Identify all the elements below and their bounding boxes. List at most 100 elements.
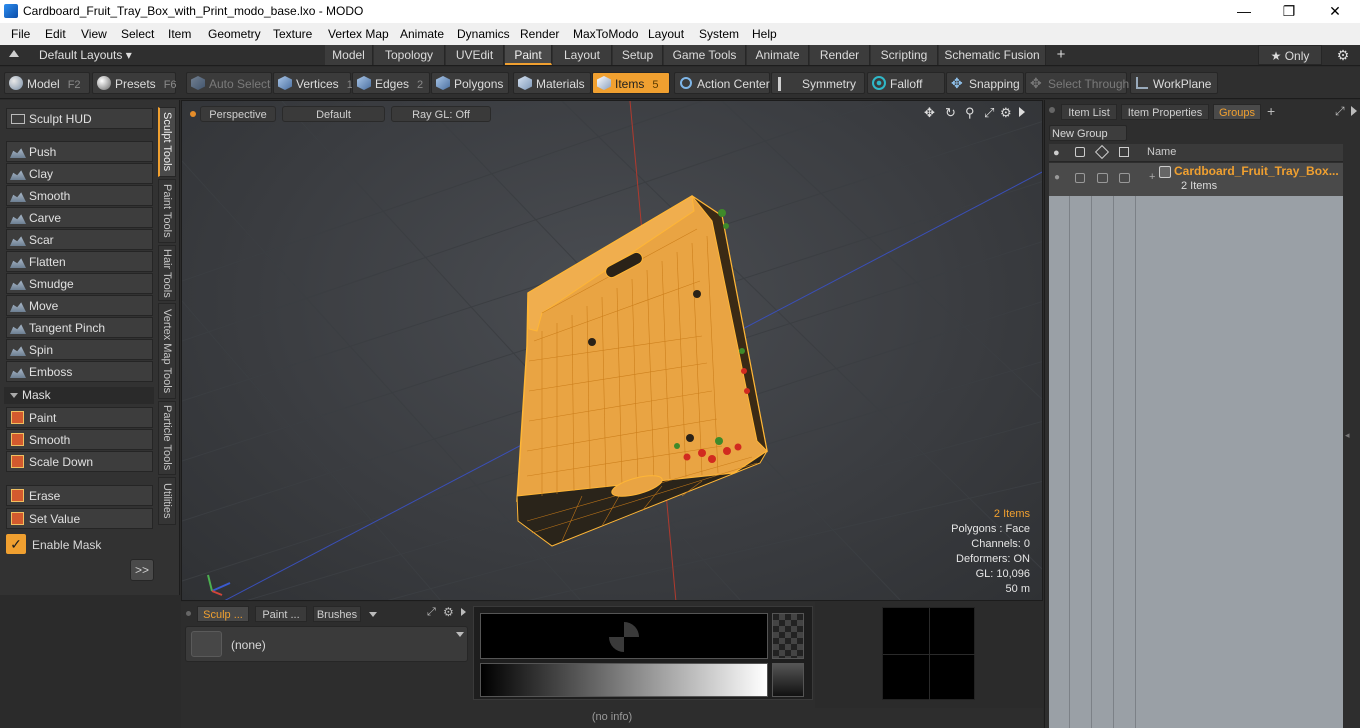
viewport-settings-icon[interactable]: ⚙ — [1000, 105, 1012, 121]
rotate-icon[interactable]: ↻ — [945, 105, 956, 121]
tab-uvedit[interactable]: UVEdit — [446, 45, 504, 65]
menu-render[interactable]: Render — [520, 27, 559, 41]
menu-dynamics[interactable]: Dynamics — [457, 27, 510, 41]
only-toggle[interactable]: ★ Only — [1258, 45, 1322, 65]
close-button[interactable]: ✕ — [1312, 0, 1358, 23]
menu-vertex-map[interactable]: Vertex Map — [328, 27, 389, 41]
3d-viewport[interactable]: Perspective Default Ray GL: Off ✥ ↻ ⚲ ⤢ … — [181, 100, 1043, 601]
name-column-header[interactable]: Name — [1147, 146, 1176, 158]
menu-file[interactable]: File — [11, 27, 30, 41]
tabs-dropdown-icon[interactable] — [369, 612, 377, 617]
tool-emboss[interactable]: Emboss — [6, 361, 153, 382]
default-layouts-dropdown[interactable]: Default Layouts ▾ — [39, 48, 132, 62]
vtab-hair-tools[interactable]: Hair Tools — [158, 245, 176, 301]
tab-setup[interactable]: Setup — [613, 45, 663, 65]
new-group-button[interactable]: New Group — [1049, 125, 1127, 141]
tab-scripting[interactable]: Scripting — [871, 45, 938, 65]
materials-button[interactable]: Materials — [513, 72, 591, 94]
menu-help[interactable]: Help — [752, 27, 777, 41]
add-tab-button[interactable]: + — [1047, 45, 1075, 65]
tool-move[interactable]: Move — [6, 295, 153, 316]
render-column-icon[interactable] — [1075, 147, 1085, 157]
select-through-button[interactable]: ✥ Select Through — [1025, 72, 1129, 94]
tab-game-tools[interactable]: Game Tools — [664, 45, 746, 65]
group-row[interactable]: ● + Cardboard_Fruit_Tray_Box... 2 Items — [1049, 163, 1343, 196]
action-center-button[interactable]: Action Center — [674, 72, 770, 94]
group-select-icon[interactable] — [1119, 173, 1130, 183]
menu-select[interactable]: Select — [121, 27, 154, 41]
vtab-sculpt-tools[interactable]: Sculpt Tools — [158, 107, 176, 177]
menu-view[interactable]: View — [81, 27, 107, 41]
erase-button[interactable]: Erase — [6, 485, 153, 506]
add-panel-tab-button[interactable]: + — [1267, 103, 1275, 119]
viewport-menu-dot-icon[interactable] — [190, 111, 196, 117]
menu-edit[interactable]: Edit — [45, 27, 66, 41]
tool-spin[interactable]: Spin — [6, 339, 153, 360]
enable-mask-checkbox[interactable]: ✓ — [6, 534, 26, 554]
symmetry-button[interactable]: Symmetry — [771, 72, 865, 94]
select-column-icon[interactable] — [1119, 147, 1129, 157]
maximize-button[interactable]: ❐ — [1266, 0, 1312, 23]
tool-tangent-pinch[interactable]: Tangent Pinch — [6, 317, 153, 338]
menu-animate[interactable]: Animate — [400, 27, 444, 41]
falloff-button[interactable]: Falloff — [867, 72, 945, 94]
group-lock-icon[interactable] — [1097, 173, 1108, 183]
preset-selector[interactable]: (none) — [185, 626, 468, 662]
set-value-button[interactable]: Set Value — [6, 508, 153, 529]
gear-icon[interactable]: ⚙ — [1330, 45, 1356, 65]
tab-paint[interactable]: Paint — [505, 45, 552, 65]
bottom-settings-icon[interactable]: ⚙ — [443, 605, 454, 619]
tab-layout[interactable]: Layout — [553, 45, 612, 65]
presets-button[interactable]: Presets F6 — [92, 72, 177, 94]
menu-geometry[interactable]: Geometry — [208, 27, 261, 41]
menu-system[interactable]: System — [699, 27, 739, 41]
lock-column-icon[interactable] — [1094, 144, 1110, 160]
panel-splitter-icon[interactable]: ◂ — [1345, 430, 1350, 441]
pan-icon[interactable]: ✥ — [924, 105, 935, 121]
shading-dropdown[interactable]: Default — [282, 106, 385, 122]
tool-push[interactable]: Push — [6, 141, 153, 162]
perspective-dropdown[interactable]: Perspective — [200, 106, 276, 122]
visibility-column-icon[interactable]: ● — [1053, 147, 1060, 159]
minimize-button[interactable]: — — [1221, 0, 1267, 23]
tab-model[interactable]: Model — [325, 45, 373, 65]
mask-scale-down-button[interactable]: Scale Down — [6, 451, 153, 472]
tool-carve[interactable]: Carve — [6, 207, 153, 228]
expand-panel-icon[interactable]: ⤢ — [1335, 104, 1345, 119]
texture-preview[interactable] — [882, 607, 976, 701]
preset-dropdown-icon[interactable] — [456, 632, 464, 637]
tool-flatten[interactable]: Flatten — [6, 251, 153, 272]
tool-clay[interactable]: Clay — [6, 163, 153, 184]
mask-smooth-button[interactable]: Smooth — [6, 429, 153, 450]
vtab-utilities[interactable]: Utilities — [158, 477, 176, 525]
expand-group-icon[interactable]: + — [1149, 171, 1155, 183]
vertices-button[interactable]: Vertices 1 — [273, 72, 353, 94]
vtab-paint-tools[interactable]: Paint Tools — [158, 179, 176, 243]
bottom-menu-dot-icon[interactable] — [186, 611, 191, 616]
bottom-expand-icon[interactable]: ⤢ — [427, 606, 436, 619]
menu-maxtomodo[interactable]: MaxToModo — [573, 27, 638, 41]
panel-menu-dot-icon[interactable] — [1049, 107, 1055, 113]
polygons-button[interactable]: Polygons — [431, 72, 509, 94]
items-button[interactable]: Items 5 — [592, 72, 670, 94]
menu-texture[interactable]: Texture — [273, 27, 312, 41]
gradient-swatch[interactable] — [772, 663, 804, 697]
menu-item[interactable]: Item — [168, 27, 191, 41]
tab-brushes[interactable]: Brushes — [313, 606, 361, 622]
tab-render[interactable]: Render — [810, 45, 870, 65]
group-name[interactable]: Cardboard_Fruit_Tray_Box... — [1174, 164, 1339, 178]
brush-shape-preview[interactable] — [480, 613, 768, 659]
vtab-particle-tools[interactable]: Particle Tools — [158, 401, 176, 475]
tab-schematic-fusion[interactable]: Schematic Fusion — [939, 45, 1046, 65]
model-button[interactable]: Model F2 — [4, 72, 90, 94]
tab-animate[interactable]: Animate — [747, 45, 809, 65]
collapse-icon[interactable] — [9, 50, 19, 57]
tab-paint-presets[interactable]: Paint ... — [255, 606, 307, 622]
tab-item-properties[interactable]: Item Properties — [1121, 104, 1209, 120]
raygl-toggle[interactable]: Ray GL: Off — [391, 106, 491, 122]
mask-paint-button[interactable]: Paint — [6, 407, 153, 428]
tab-groups[interactable]: Groups — [1213, 104, 1261, 120]
group-render-icon[interactable] — [1075, 173, 1085, 183]
menu-layout[interactable]: Layout — [648, 27, 684, 41]
tool-scar[interactable]: Scar — [6, 229, 153, 250]
